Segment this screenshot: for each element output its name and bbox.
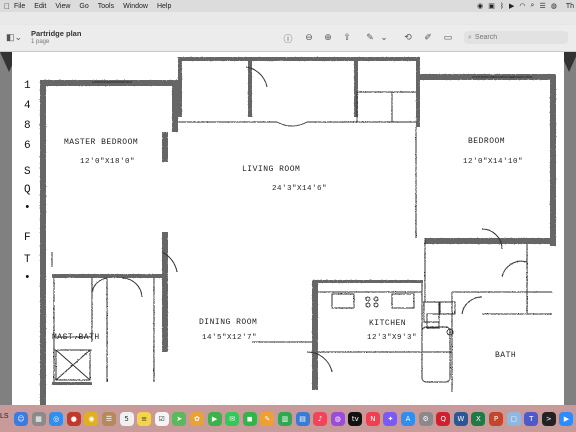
zoom-status-icon[interactable]: ▣: [488, 2, 495, 10]
sidebar-toggle-icon[interactable]: ◧⌄: [6, 32, 22, 43]
menu-go[interactable]: Go: [79, 3, 88, 10]
pdf-page[interactable]: 1 4 8 6 S Q • F T • MASTER BEDROOM 12'0"…: [12, 52, 564, 405]
dock: LS ☺▦◎●◉☰5≡☑➤✿▶✉◼✎▥▤♪◍tvN✦A⚙QWXP▢T>▶A: [0, 405, 576, 432]
facetime-icon[interactable]: ▶: [207, 411, 222, 426]
document-view[interactable]: 1 4 8 6 S Q • F T • MASTER BEDROOM 12'0"…: [0, 52, 576, 405]
safari-icon[interactable]: ◎: [49, 411, 64, 426]
exterior-walls: [40, 57, 556, 405]
tv-icon[interactable]: tv: [348, 411, 363, 426]
word-icon[interactable]: W: [453, 411, 468, 426]
zoom-icon[interactable]: ▶: [559, 411, 574, 426]
room-label-kitchen: KITCHEN: [369, 319, 407, 328]
form-fill-icon[interactable]: ▭: [442, 32, 454, 43]
sqft-char: •: [24, 272, 31, 284]
room-label-living-room: LIVING ROOM: [242, 165, 301, 174]
powerpoint-icon[interactable]: P: [489, 411, 504, 426]
pages-icon[interactable]: ✎: [260, 411, 275, 426]
menu-bar:  File Edit View Go Tools Window Help ◉ …: [0, 0, 576, 12]
sqft-char: 1: [24, 80, 31, 92]
app-store-icon[interactable]: A: [401, 411, 416, 426]
room-label-bedroom: BEDROOM: [468, 137, 506, 146]
control-center-icon[interactable]: ☰: [539, 2, 545, 10]
photos-icon[interactable]: ✿: [189, 411, 204, 426]
facetime-2-icon[interactable]: ◼: [242, 411, 257, 426]
sqft-char: 6: [24, 140, 31, 152]
messages-icon[interactable]: ✉: [225, 411, 240, 426]
quicken-icon[interactable]: Q: [436, 411, 451, 426]
zoom-in-icon[interactable]: ⊕: [322, 32, 334, 43]
window-titlebar: [0, 12, 576, 24]
menu-help[interactable]: Help: [157, 3, 171, 10]
door-swings: [91, 66, 528, 373]
share-icon[interactable]: ⇪: [341, 32, 353, 43]
menu-file[interactable]: File: [14, 3, 25, 10]
room-label-dining-room: DINING ROOM: [199, 318, 258, 327]
room-dims-kitchen: 12'3"X9'3": [367, 334, 418, 342]
dock-items: ☺▦◎●◉☰5≡☑➤✿▶✉◼✎▥▤♪◍tvN✦A⚙QWXP▢T>▶A: [0, 408, 576, 429]
clock[interactable]: Th: [566, 3, 574, 10]
calendar-icon[interactable]: 5: [119, 411, 134, 426]
numbers-icon[interactable]: ▥: [277, 411, 292, 426]
siri-icon[interactable]: ◍: [551, 2, 557, 10]
bluetooth-icon[interactable]: ᛒ: [500, 3, 504, 10]
search-input[interactable]: [474, 34, 561, 41]
launchpad-icon[interactable]: ▦: [31, 411, 46, 426]
sqft-char: S: [24, 166, 31, 178]
finder-icon[interactable]: ☺: [14, 411, 28, 426]
search-icon: ⌕: [468, 33, 472, 41]
keynote-icon[interactable]: ▤: [295, 411, 310, 426]
search-field[interactable]: ⌕: [464, 31, 568, 44]
room-label-mast-bath: MAST.BATH: [52, 333, 100, 342]
contacts-icon[interactable]: ☰: [101, 411, 116, 426]
photo-booth-icon[interactable]: ●: [66, 411, 81, 426]
search-menu-icon[interactable]: ⌕: [531, 2, 535, 10]
preview-toolbar: ◧⌄ Partridge plan 1 page ⓘ ⊖ ⊕ ⇪ ✎ ⌄ ⟲ ✐…: [0, 25, 576, 52]
play-icon[interactable]: ▶: [509, 2, 514, 10]
document-title: Partridge plan: [31, 29, 82, 38]
sqft-char: T: [24, 254, 31, 266]
sqft-char: Q: [24, 184, 31, 196]
podcasts-icon[interactable]: ◍: [330, 411, 345, 426]
room-label-master-bedroom: MASTER BEDROOM: [64, 138, 139, 147]
chrome-icon[interactable]: ◉: [84, 411, 99, 426]
sqft-char: •: [24, 202, 31, 214]
room-dims-dining-room: 14'5"X12'7": [202, 334, 258, 342]
menu-view[interactable]: View: [55, 3, 70, 10]
notes-icon[interactable]: ≡: [137, 411, 152, 426]
info-icon[interactable]: ⓘ: [282, 32, 294, 45]
apple-menu-icon[interactable]: : [0, 2, 14, 11]
highlight-menu-chevron-icon[interactable]: ⌄: [378, 32, 390, 43]
menu-edit[interactable]: Edit: [34, 3, 46, 10]
zoom-out-icon[interactable]: ⊖: [303, 32, 315, 43]
menu-tools[interactable]: Tools: [98, 3, 114, 10]
preview-icon[interactable]: ▢: [506, 411, 521, 426]
sqft-char: 8: [24, 120, 31, 132]
excel-icon[interactable]: X: [471, 411, 486, 426]
messenger-icon[interactable]: ✦: [383, 411, 398, 426]
reminders-icon[interactable]: ☑: [154, 411, 169, 426]
sqft-char: F: [24, 232, 31, 244]
room-dims-living-room: 24'3"X14'6": [272, 185, 328, 193]
status-area: ◉ ▣ ᛒ ▶ ◠ ⌕ ☰ ◍ Th: [477, 0, 574, 12]
music-icon[interactable]: ♪: [313, 411, 328, 426]
markup-icon[interactable]: ✐: [422, 32, 434, 43]
wifi-icon[interactable]: ◠: [519, 2, 525, 10]
sqft-char: 4: [24, 100, 31, 112]
rotate-icon[interactable]: ⟲: [402, 32, 414, 43]
room-dims-master-bedroom: 12'0"X18'0": [80, 158, 136, 166]
malwarebytes-icon[interactable]: ◉: [477, 2, 483, 10]
highlight-icon[interactable]: ✎: [364, 32, 376, 43]
document-page-count: 1 page: [31, 39, 50, 45]
news-icon[interactable]: N: [365, 411, 380, 426]
terminal-icon[interactable]: >: [541, 411, 556, 426]
room-dims-bedroom: 12'0"X14'10": [463, 158, 524, 166]
system-preferences-icon[interactable]: ⚙: [418, 411, 433, 426]
floor-plan-drawing: [40, 57, 556, 405]
menu-window[interactable]: Window: [123, 3, 148, 10]
room-label-bath: BATH: [495, 351, 517, 360]
maps-icon[interactable]: ➤: [172, 411, 187, 426]
teams-icon[interactable]: T: [524, 411, 539, 426]
